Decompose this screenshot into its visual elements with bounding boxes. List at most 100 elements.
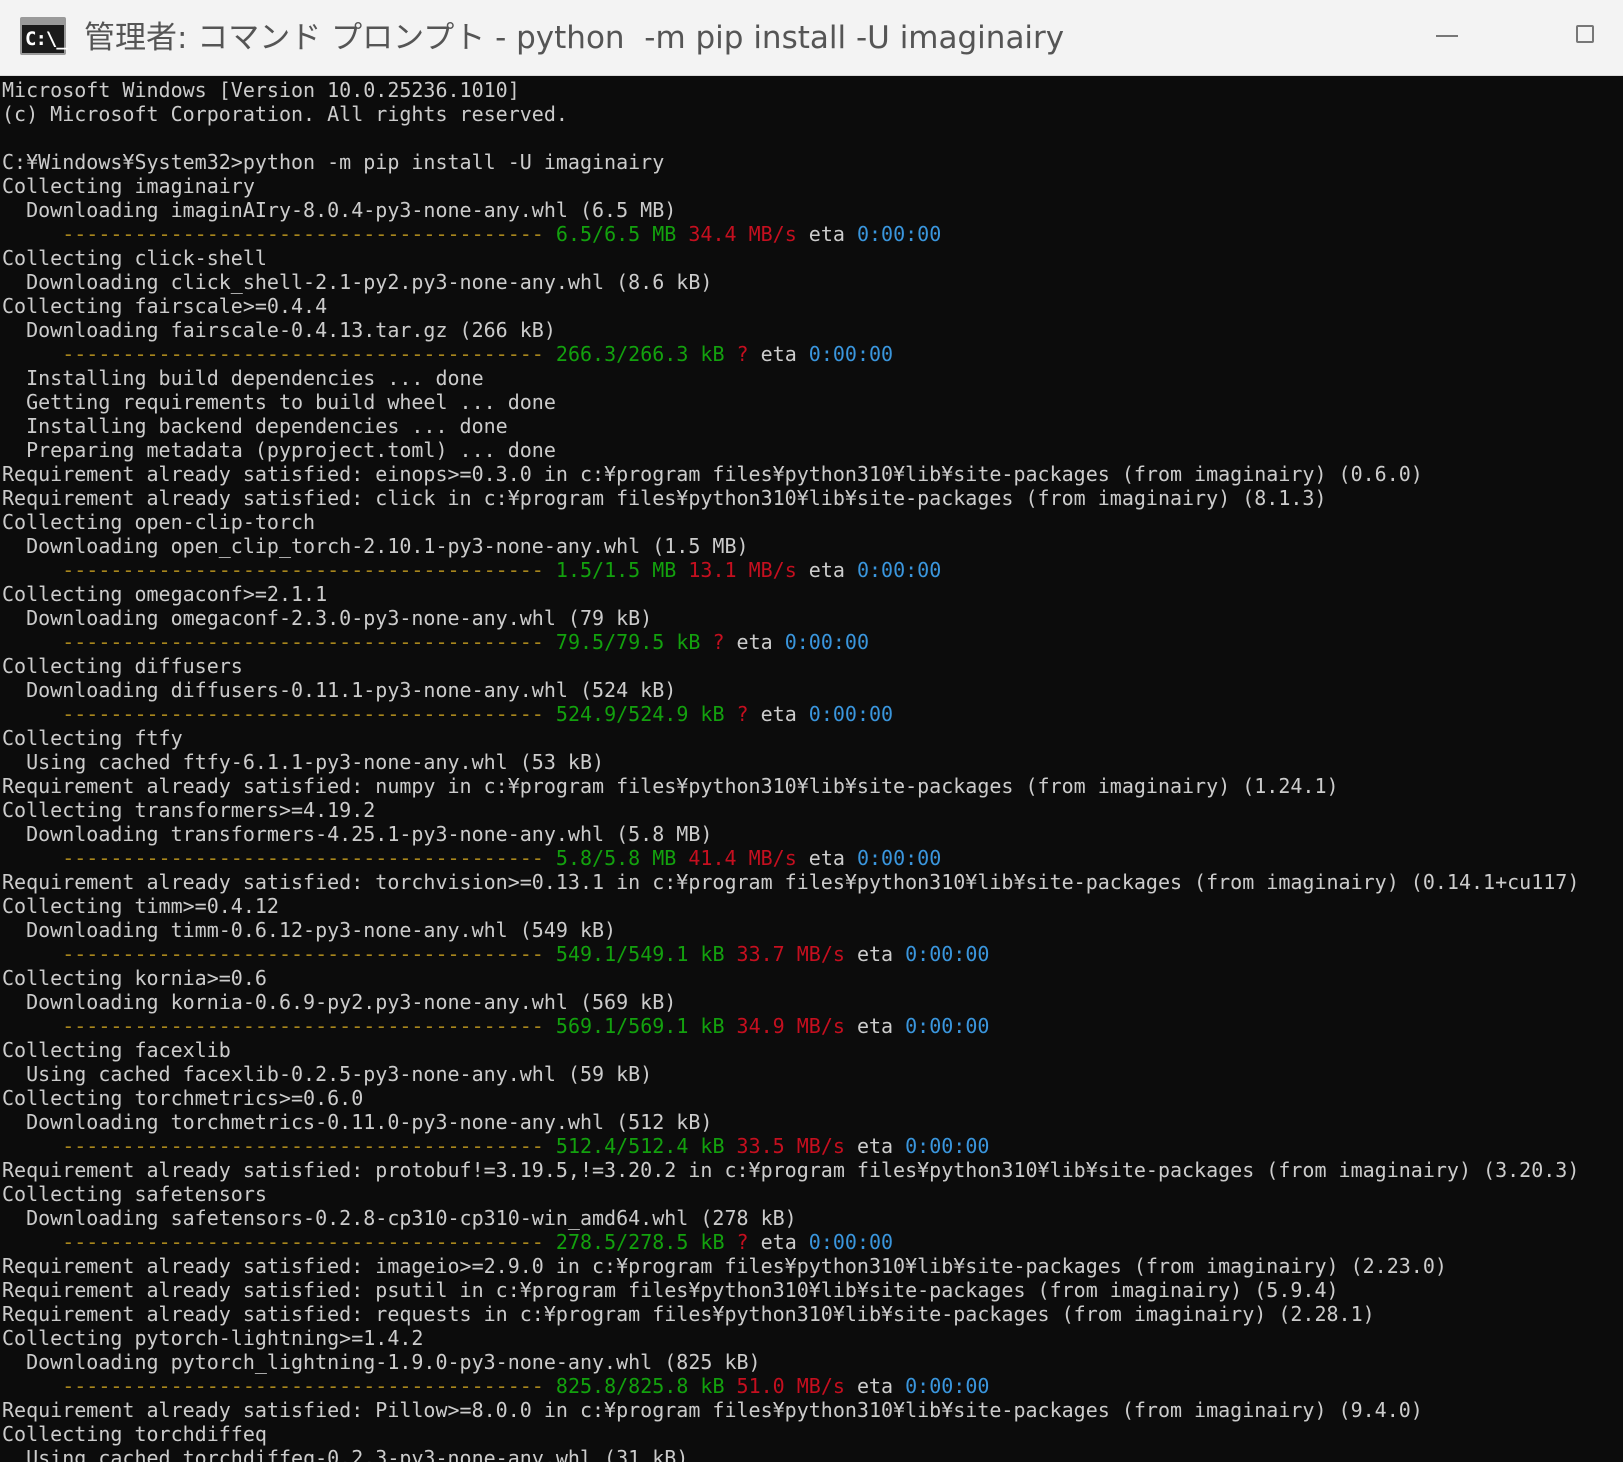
command-prompt-window: C:\_ 管理者: コマンド プロンプト - python -m pip ins… [0, 0, 1623, 1462]
console-line: Getting requirements to build wheel ... … [2, 390, 556, 414]
eta-value: 0:00:00 [784, 630, 870, 654]
eta-label: eta [856, 1014, 894, 1038]
download-size: 569.1/569.1 kB [555, 1014, 725, 1038]
download-size: 549.1/549.1 kB [555, 942, 725, 966]
download-size: 266.3/266.3 kB [555, 342, 725, 366]
download-speed: 34.4 MB/s [688, 222, 797, 246]
console-line: Collecting torchdiffeq [2, 1422, 267, 1446]
progress-line: ----------------------------------------… [2, 1014, 1623, 1038]
eta-label: eta [808, 846, 845, 870]
console-line: Downloading torchmetrics-0.11.0-py3-none… [2, 1110, 713, 1134]
progress-bar: ---------------------------------------- [2, 222, 544, 246]
progress-line: ----------------------------------------… [2, 558, 1623, 582]
download-speed: ? [736, 702, 749, 726]
console-line: Collecting safetensors [2, 1182, 267, 1206]
console-line: Requirement already satisfied: psutil in… [2, 1278, 1339, 1302]
progress-bar: ---------------------------------------- [2, 1374, 544, 1398]
eta-label: eta [760, 702, 797, 726]
progress-bar: ---------------------------------------- [2, 942, 544, 966]
download-speed: 51.0 MB/s [736, 1374, 845, 1398]
console-line: Downloading transformers-4.25.1-py3-none… [2, 822, 713, 846]
eta-label: eta [736, 630, 773, 654]
console-line: Downloading fairscale-0.4.13.tar.gz (266… [2, 318, 556, 342]
console-line: Downloading imaginAIry-8.0.4-py3-none-an… [2, 198, 677, 222]
progress-bar: ---------------------------------------- [2, 1014, 544, 1038]
console-line: Downloading safetensors-0.2.8-cp310-cp31… [2, 1206, 797, 1230]
console-line: Collecting diffusers [2, 654, 243, 678]
console-line: Using cached torchdiffeq-0.2.3-py3-none-… [2, 1446, 689, 1462]
eta-value: 0:00:00 [905, 1014, 990, 1038]
eta-value: 0:00:00 [808, 342, 894, 366]
download-speed: ? [712, 630, 725, 654]
console-output[interactable]: Microsoft Windows [Version 10.0.25236.10… [0, 78, 1623, 1462]
console-line: Downloading pytorch_lightning-1.9.0-py3-… [2, 1350, 761, 1374]
download-size: 6.5/6.5 MB [555, 222, 677, 246]
progress-line: ----------------------------------------… [2, 702, 1623, 726]
console-line: Requirement already satisfied: requests … [2, 1302, 1375, 1326]
console-line: Collecting torchmetrics>=0.6.0 [2, 1086, 364, 1110]
window-title: 管理者: コマンド プロンプト - python -m pip install … [84, 20, 1065, 56]
eta-label: eta [856, 1134, 894, 1158]
eta-value: 0:00:00 [856, 846, 942, 870]
console-line: Downloading timm-0.6.12-py3-none-any.whl… [2, 918, 617, 942]
progress-line: ----------------------------------------… [2, 846, 1623, 870]
eta-label: eta [808, 222, 845, 246]
download-speed: 33.5 MB/s [736, 1134, 845, 1158]
console-line: C:¥Windows¥System32>python -m pip instal… [2, 150, 665, 174]
download-speed: 13.1 MB/s [688, 558, 797, 582]
progress-line: ----------------------------------------… [2, 630, 1623, 654]
console-line: Downloading click_shell-2.1-py2.py3-none… [2, 270, 713, 294]
console-line: Collecting open-clip-torch [2, 510, 316, 534]
eta-value: 0:00:00 [808, 1230, 894, 1254]
eta-label: eta [808, 558, 845, 582]
eta-value: 0:00:00 [856, 222, 942, 246]
console-line: Requirement already satisfied: einops>=0… [2, 462, 1423, 486]
progress-line: ----------------------------------------… [2, 942, 1623, 966]
eta-label: eta [856, 942, 894, 966]
progress-bar: ---------------------------------------- [2, 1230, 544, 1254]
eta-value: 0:00:00 [905, 942, 990, 966]
app-icon-label: C:\_ [25, 28, 68, 50]
download-size: 1.5/1.5 MB [555, 558, 677, 582]
eta-value: 0:00:00 [905, 1374, 990, 1398]
eta-value: 0:00:00 [808, 702, 894, 726]
console-line: Collecting ftfy [2, 726, 183, 750]
console-line: Collecting transformers>=4.19.2 [2, 798, 376, 822]
console-line: Collecting imaginairy [2, 174, 255, 198]
maximize-icon [1576, 25, 1594, 43]
progress-line: ----------------------------------------… [2, 1374, 1623, 1398]
download-speed: 33.7 MB/s [736, 942, 845, 966]
download-speed: 34.9 MB/s [736, 1014, 845, 1038]
console-line: Preparing metadata (pyproject.toml) ... … [2, 438, 556, 462]
console-line: Collecting pytorch-lightning>=1.4.2 [2, 1326, 424, 1350]
console-line: Collecting click-shell [2, 246, 267, 270]
console-line: (c) Microsoft Corporation. All rights re… [2, 102, 568, 126]
download-size: 5.8/5.8 MB [555, 846, 677, 870]
command-prompt-icon[interactable]: C:\_ [20, 17, 68, 55]
download-speed: ? [736, 1230, 749, 1254]
progress-bar: ---------------------------------------- [2, 630, 544, 654]
progress-line: ----------------------------------------… [2, 1230, 1623, 1254]
eta-value: 0:00:00 [905, 1134, 990, 1158]
download-size: 278.5/278.5 kB [555, 1230, 725, 1254]
eta-label: eta [856, 1374, 894, 1398]
console-line: Collecting omegaconf>=2.1.1 [2, 582, 328, 606]
progress-bar: ---------------------------------------- [2, 342, 544, 366]
console-line: Downloading open_clip_torch-2.10.1-py3-n… [2, 534, 749, 558]
download-size: 524.9/524.9 kB [555, 702, 725, 726]
console-line: Requirement already satisfied: click in … [2, 486, 1327, 510]
maximize-button[interactable] [1546, 0, 1623, 70]
title-bar[interactable]: C:\_ 管理者: コマンド プロンプト - python -m pip ins… [0, 0, 1623, 76]
minimize-button[interactable] [1408, 0, 1488, 70]
console-line: Downloading diffusers-0.11.1-py3-none-an… [2, 678, 677, 702]
console-line: Requirement already satisfied: protobuf!… [2, 1158, 1580, 1182]
download-speed: ? [736, 342, 749, 366]
console-line: Using cached ftfy-6.1.1-py3-none-any.whl… [2, 750, 605, 774]
download-size: 512.4/512.4 kB [555, 1134, 725, 1158]
console-line: Using cached facexlib-0.2.5-py3-none-any… [2, 1062, 653, 1086]
console-line: Installing backend dependencies ... done [2, 414, 508, 438]
console-line: Collecting kornia>=0.6 [2, 966, 267, 990]
console-line: Requirement already satisfied: imageio>=… [2, 1254, 1447, 1278]
console-line: Collecting fairscale>=0.4.4 [2, 294, 328, 318]
